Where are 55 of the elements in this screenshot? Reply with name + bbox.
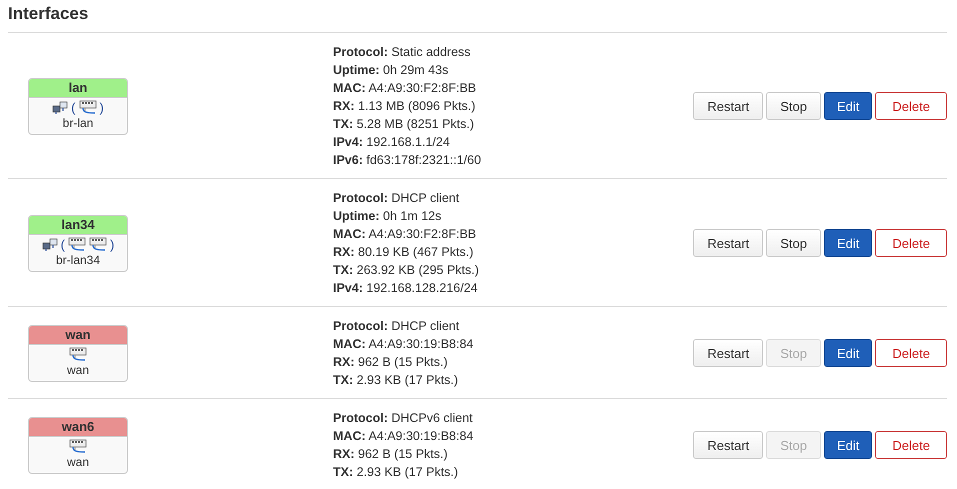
interface-name: wan6 — [29, 418, 127, 436]
detail-line: MAC: A4:A9:30:F2:8F:BB — [333, 226, 478, 243]
ethernet-port-icon — [69, 347, 87, 362]
detail-line: TX: 263.92 KB (295 Pkts.) — [333, 262, 480, 279]
action-button[interactable]: Restart — [693, 92, 764, 120]
detail-line: TX: 2.93 KB (17 Pkts.) — [333, 464, 460, 481]
delete-button[interactable]: Delete — [875, 339, 947, 367]
bracket: ( — [60, 236, 65, 252]
section-title: Interfaces — [8, 4, 90, 24]
bridge-icon — [42, 238, 58, 252]
detail-line: Protocol: DHCP client — [333, 318, 460, 335]
bracket: ) — [100, 100, 104, 116]
delete-button[interactable]: Delete — [875, 92, 947, 120]
ethernet-port-icon — [89, 237, 107, 252]
bracket: ( — [71, 100, 76, 116]
detail-line: Protocol: DHCP client — [333, 190, 460, 207]
detail-line: TX: 2.93 KB (17 Pkts.) — [333, 372, 460, 389]
ethernet-port-icon — [69, 439, 87, 454]
interface-name: lan — [29, 78, 127, 98]
action-button[interactable]: Stop — [766, 92, 822, 120]
action-button[interactable]: Restart — [693, 339, 764, 367]
detail-line: Protocol: Static address — [333, 44, 472, 61]
bracket: ) — [110, 236, 114, 252]
edit-button[interactable]: Edit — [824, 92, 872, 120]
detail-line: Uptime: 0h 29m 43s — [333, 62, 450, 79]
ethernet-port-icon — [68, 237, 86, 252]
bridge-icon — [52, 100, 68, 114]
device-name: wan — [66, 362, 89, 378]
detail-line: TX: 5.28 MB (8251 Pkts.) — [333, 116, 476, 133]
detail-line: Uptime: 0h 1m 12s — [333, 208, 442, 225]
action-button[interactable]: Stop — [766, 229, 822, 257]
detail-line: IPv6: fd63:178f:2321::1/60 — [333, 152, 482, 169]
action-button[interactable]: Restart — [693, 431, 764, 459]
device-name: wan — [66, 454, 89, 470]
edit-button[interactable]: Edit — [824, 431, 872, 459]
detail-line: RX: 962 B (15 Pkts.) — [333, 354, 449, 371]
detail-line: RX: 80.19 KB (467 Pkts.) — [333, 244, 474, 261]
detail-line: Protocol: DHCPv6 client — [333, 410, 474, 427]
delete-button[interactable]: Delete — [875, 431, 947, 459]
action-button[interactable]: Restart — [693, 229, 764, 257]
detail-line: MAC: A4:A9:30:F2:8F:BB — [333, 80, 478, 97]
interface-name: lan34 — [29, 216, 127, 234]
detail-line: RX: 962 B (15 Pkts.) — [333, 446, 449, 463]
detail-line: IPv4: 192.168.128.216/24 — [333, 280, 479, 297]
edit-button[interactable]: Edit — [824, 229, 872, 257]
detail-line: RX: 1.13 MB (8096 Pkts.) — [333, 98, 476, 115]
detail-line: IPv4: 192.168.1.1/24 — [333, 134, 451, 151]
device-name: br-lan — [62, 116, 94, 130]
detail-line: MAC: A4:A9:30:19:B8:84 — [333, 336, 474, 353]
detail-line: MAC: A4:A9:30:19:B8:84 — [333, 428, 474, 445]
delete-button[interactable]: Delete — [875, 229, 947, 257]
interface-name: wan — [29, 326, 127, 344]
device-name: br-lan34 — [56, 252, 100, 268]
edit-button[interactable]: Edit — [824, 339, 872, 367]
ethernet-port-icon — [78, 100, 96, 115]
